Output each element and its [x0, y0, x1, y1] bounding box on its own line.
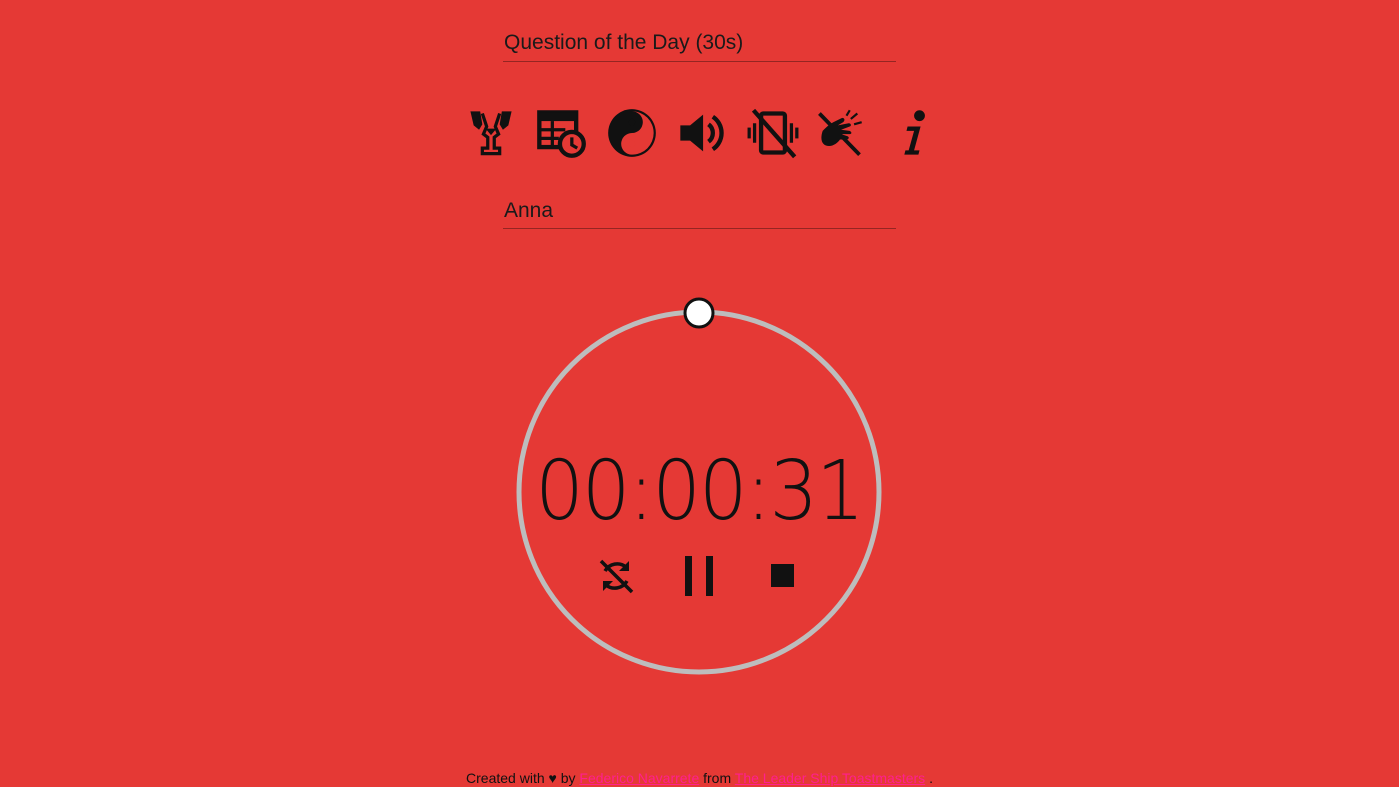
speech-type-select[interactable]: Question of the Day (30s): [503, 31, 896, 62]
timer-controls: [516, 551, 882, 601]
author-link[interactable]: Federico Navarrete: [579, 770, 699, 786]
progress-knob[interactable]: [683, 297, 715, 329]
footer-suffix: .: [929, 770, 933, 786]
volume-icon[interactable]: [675, 104, 729, 162]
pause-icon[interactable]: [674, 551, 724, 601]
footer-prefix: Created with ♥ by: [466, 770, 576, 786]
speaker-name-value: Anna: [504, 199, 554, 222]
clap-off-icon[interactable]: [813, 104, 867, 162]
timer-page: Question of the Day (30s) Anna 00:00:31 …: [0, 0, 1399, 787]
speech-type-value: Question of the Day (30s): [504, 31, 744, 54]
timer-dial: 00:00:31: [516, 296, 884, 676]
org-link[interactable]: The Leader Ship Toastmasters: [735, 770, 925, 786]
stop-icon[interactable]: [758, 551, 808, 601]
speaker-name-input[interactable]: Anna: [503, 199, 896, 229]
toolbar: [464, 104, 934, 162]
footer-middle: from: [703, 770, 732, 786]
yin-yang-icon[interactable]: [605, 104, 659, 162]
time-display: 00:00:31: [535, 444, 864, 539]
info-icon[interactable]: [886, 104, 940, 162]
table-clock-icon[interactable]: [534, 104, 588, 162]
trophy-icon[interactable]: [464, 104, 518, 162]
footer: Created with ♥ by Federico Navarrete fro…: [0, 770, 1399, 786]
sync-off-icon[interactable]: [591, 551, 641, 601]
vibrate-off-icon[interactable]: [746, 104, 800, 162]
